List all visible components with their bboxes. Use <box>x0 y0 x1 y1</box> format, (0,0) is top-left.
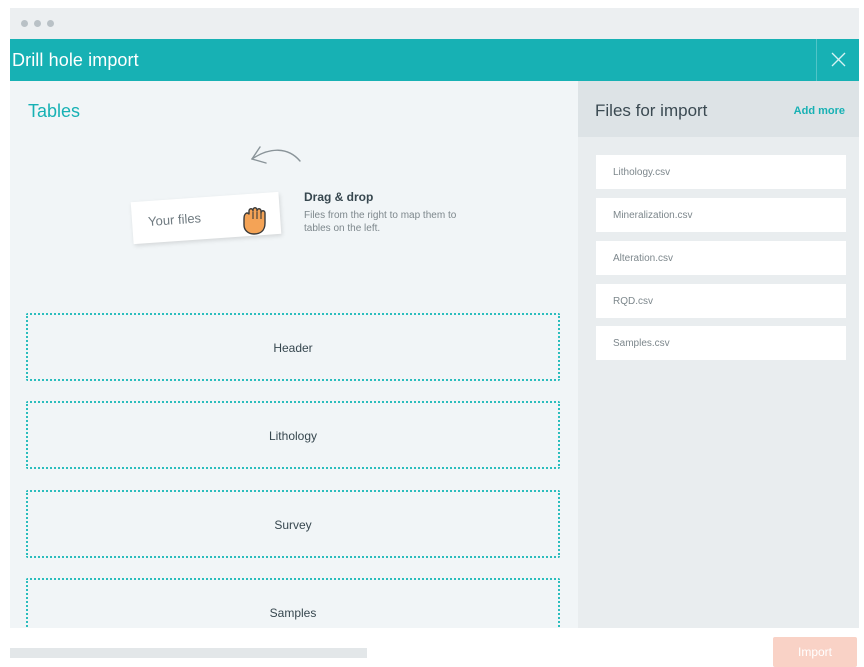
file-name: Mineralization.csv <box>613 210 693 221</box>
files-panel: Files for import Add more Lithology.csv … <box>578 81 859 628</box>
bottom-strip <box>10 648 367 658</box>
window-dot-icon <box>21 20 28 27</box>
file-item-lithology[interactable]: Lithology.csv <box>596 155 846 189</box>
window-chrome-bar <box>10 8 859 39</box>
file-item-samples[interactable]: Samples.csv <box>596 326 846 360</box>
drag-drop-title: Drag & drop <box>304 190 374 204</box>
drop-zone-lithology[interactable]: Lithology <box>26 401 560 469</box>
files-panel-header: Files for import Add more <box>578 81 859 137</box>
add-more-link[interactable]: Add more <box>794 105 845 117</box>
import-button[interactable]: Import <box>773 637 857 667</box>
drop-zone-label: Header <box>273 341 313 355</box>
files-panel-title: Files for import <box>595 101 708 120</box>
tables-panel: Tables Your files Drag & drop Files from… <box>10 81 578 628</box>
drag-drop-description: Files from the right to map them to tabl… <box>304 210 457 234</box>
your-files-label: Your files <box>147 210 202 230</box>
drop-zone-samples[interactable]: Samples <box>26 578 560 628</box>
file-name: Samples.csv <box>613 338 670 349</box>
file-item-alteration[interactable]: Alteration.csv <box>596 241 846 275</box>
dialog-title: Drill hole import <box>12 50 139 70</box>
hand-grab-icon <box>243 207 266 235</box>
file-name: Alteration.csv <box>613 253 674 264</box>
drop-zone-label: Survey <box>274 518 312 532</box>
drop-zone-label: Lithology <box>268 429 318 443</box>
file-name: RQD.csv <box>613 296 653 307</box>
drop-zone-header[interactable]: Header <box>26 313 560 381</box>
file-item-mineralization[interactable]: Mineralization.csv <box>596 198 846 232</box>
dialog-titlebar: Drill hole import <box>10 39 859 81</box>
drop-zone-survey[interactable]: Survey <box>26 490 560 558</box>
window-dot-icon <box>47 20 54 27</box>
file-name: Lithology.csv <box>613 167 671 178</box>
tables-heading: Tables <box>28 101 81 121</box>
curved-arrow-icon <box>251 146 301 164</box>
import-button-label: Import <box>797 645 832 659</box>
close-icon <box>831 52 846 67</box>
drop-zone-label: Samples <box>269 606 317 620</box>
file-item-rqd[interactable]: RQD.csv <box>596 284 846 318</box>
window-dot-icon <box>34 20 41 27</box>
close-button[interactable] <box>816 39 859 81</box>
